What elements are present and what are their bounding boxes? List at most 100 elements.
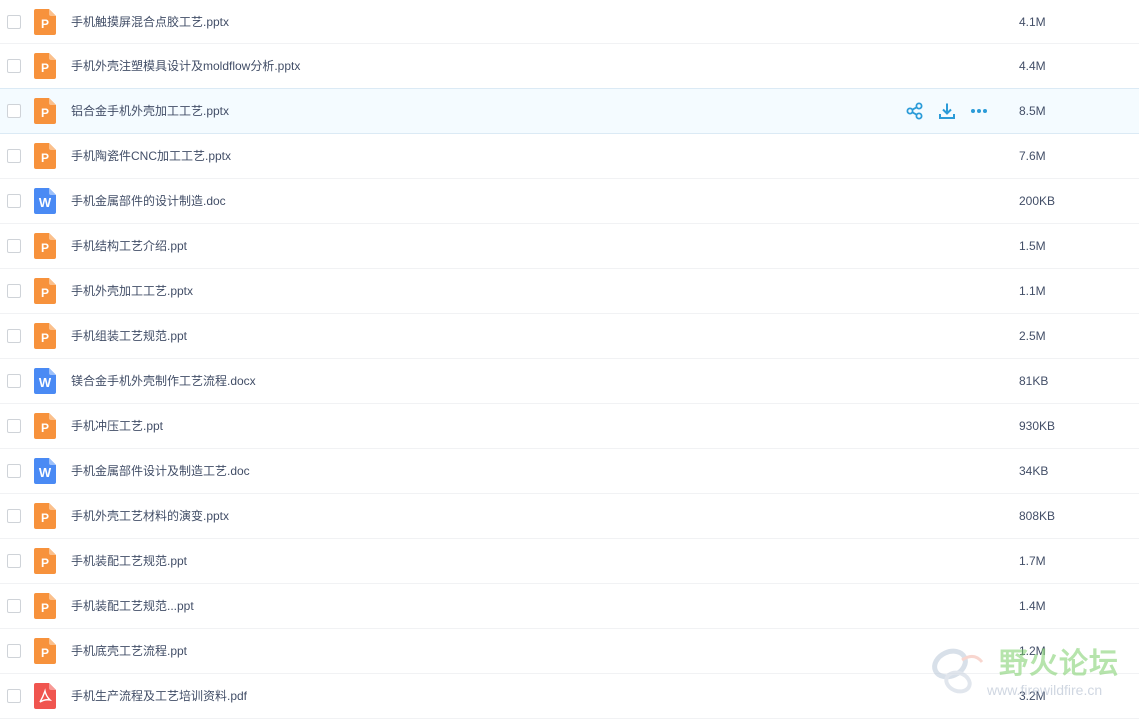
watermark-url: www.firewildfire.cn: [987, 682, 1103, 698]
file-list: P 手机触摸屏混合点胶工艺.pptx 4.1M P 手机外壳注塑模具设计及moldflo…: [0, 0, 1139, 719]
watermark-title: 野火论坛: [999, 646, 1120, 680]
file-row[interactable]: P 手机陶瓷件CNC加工工艺.pptx 7.6M: [0, 134, 1139, 179]
ppt-file-icon: P: [34, 548, 56, 574]
row-checkbox[interactable]: [7, 284, 21, 298]
svg-text:W: W: [39, 195, 52, 210]
file-row[interactable]: P 铝合金手机外壳加工工艺.pptx 8.5M: [0, 88, 1139, 134]
file-row[interactable]: P 手机结构工艺介绍.ppt 1.5M: [0, 224, 1139, 269]
row-checkbox[interactable]: [7, 464, 21, 478]
file-name[interactable]: 手机结构工艺介绍.ppt: [71, 224, 187, 268]
file-name[interactable]: 镁合金手机外壳制作工艺流程.docx: [71, 359, 256, 403]
file-name[interactable]: 手机金属部件的设计制造.doc: [71, 179, 226, 223]
ppt-file-icon: P: [34, 53, 56, 79]
file-name[interactable]: 手机外壳工艺材料的演变.pptx: [71, 494, 229, 538]
svg-text:P: P: [41, 286, 49, 300]
svg-text:W: W: [39, 465, 52, 480]
row-checkbox[interactable]: [7, 59, 21, 73]
row-checkbox[interactable]: [7, 599, 21, 613]
svg-text:W: W: [39, 375, 52, 390]
share-icon[interactable]: [906, 102, 924, 120]
file-row[interactable]: P 手机外壳注塑模具设计及moldflow分析.pptx 4.4M: [0, 44, 1139, 89]
file-row[interactable]: P 手机冲压工艺.ppt 930KB: [0, 404, 1139, 449]
file-size: 4.1M: [1019, 15, 1046, 29]
watermark: 野火论坛 www.firewildfire.cn: [926, 640, 1136, 702]
row-checkbox[interactable]: [7, 149, 21, 163]
file-name[interactable]: 手机外壳加工工艺.pptx: [71, 269, 193, 313]
file-size: 34KB: [1019, 464, 1049, 478]
ppt-file-icon: P: [34, 413, 56, 439]
row-checkbox[interactable]: [7, 194, 21, 208]
file-size: 1.5M: [1019, 239, 1046, 253]
row-checkbox[interactable]: [7, 374, 21, 388]
file-name[interactable]: 手机生产流程及工艺培训资料.pdf: [71, 674, 247, 718]
file-row[interactable]: P 手机外壳加工工艺.pptx 1.1M: [0, 269, 1139, 314]
svg-text:P: P: [41, 421, 49, 435]
svg-text:P: P: [41, 106, 49, 120]
svg-text:P: P: [41, 331, 49, 345]
ppt-file-icon: P: [34, 98, 56, 124]
ppt-file-icon: P: [34, 143, 56, 169]
svg-text:P: P: [41, 646, 49, 660]
file-size: 81KB: [1019, 374, 1049, 388]
row-actions: [906, 102, 988, 120]
file-name[interactable]: 手机底壳工艺流程.ppt: [71, 629, 187, 673]
word-file-icon: W: [34, 458, 56, 484]
word-file-icon: W: [34, 368, 56, 394]
svg-text:P: P: [41, 241, 49, 255]
row-checkbox[interactable]: [7, 509, 21, 523]
file-row[interactable]: P 手机组装工艺规范.ppt 2.5M: [0, 314, 1139, 359]
row-checkbox[interactable]: [7, 689, 21, 703]
file-size: 1.7M: [1019, 554, 1046, 568]
word-file-icon: W: [34, 188, 56, 214]
svg-text:P: P: [41, 61, 49, 75]
file-name[interactable]: 手机外壳注塑模具设计及moldflow分析.pptx: [71, 44, 300, 88]
row-checkbox[interactable]: [7, 239, 21, 253]
file-row[interactable]: P 手机触摸屏混合点胶工艺.pptx 4.1M: [0, 0, 1139, 44]
file-name[interactable]: 手机组装工艺规范.ppt: [71, 314, 187, 358]
file-name[interactable]: 手机陶瓷件CNC加工工艺.pptx: [71, 134, 231, 178]
ppt-file-icon: P: [34, 8, 56, 35]
ppt-file-icon: P: [34, 323, 56, 349]
file-name[interactable]: 手机装配工艺规范.ppt: [71, 539, 187, 583]
file-name[interactable]: 手机装配工艺规范...ppt: [71, 584, 194, 628]
file-name[interactable]: 手机触摸屏混合点胶工艺.pptx: [71, 0, 229, 43]
more-icon[interactable]: [970, 102, 988, 120]
file-row[interactable]: W 手机金属部件的设计制造.doc 200KB: [0, 179, 1139, 224]
file-size: 1.4M: [1019, 599, 1046, 613]
ppt-file-icon: P: [34, 278, 56, 304]
row-checkbox[interactable]: [7, 14, 21, 29]
pdf-file-icon: [34, 683, 56, 709]
svg-text:P: P: [41, 556, 49, 570]
row-checkbox[interactable]: [7, 419, 21, 433]
file-row[interactable]: W 手机金属部件设计及制造工艺.doc 34KB: [0, 449, 1139, 494]
svg-text:P: P: [41, 17, 49, 31]
download-icon[interactable]: [938, 102, 956, 120]
file-name[interactable]: 手机金属部件设计及制造工艺.doc: [71, 449, 250, 493]
file-size: 4.4M: [1019, 59, 1046, 73]
row-checkbox[interactable]: [7, 554, 21, 568]
file-size: 1.1M: [1019, 284, 1046, 298]
ppt-file-icon: P: [34, 233, 56, 259]
ppt-file-icon: P: [34, 638, 56, 664]
ppt-file-icon: P: [34, 503, 56, 529]
file-size: 930KB: [1019, 419, 1056, 433]
row-checkbox[interactable]: [7, 104, 21, 118]
file-size: 808KB: [1019, 509, 1056, 523]
file-row[interactable]: P 手机装配工艺规范...ppt 1.4M: [0, 584, 1139, 629]
file-name[interactable]: 手机冲压工艺.ppt: [71, 404, 163, 448]
row-checkbox[interactable]: [7, 329, 21, 343]
svg-text:P: P: [41, 151, 49, 165]
row-checkbox[interactable]: [7, 644, 21, 658]
file-size: 7.6M: [1019, 149, 1046, 163]
ppt-file-icon: P: [34, 593, 56, 619]
file-name[interactable]: 铝合金手机外壳加工工艺.pptx: [71, 89, 229, 133]
file-row[interactable]: P 手机装配工艺规范.ppt 1.7M: [0, 539, 1139, 584]
svg-text:P: P: [41, 601, 49, 615]
file-size: 2.5M: [1019, 329, 1046, 343]
file-size: 8.5M: [1019, 104, 1046, 118]
svg-text:P: P: [41, 511, 49, 525]
butterfly-logo-icon: [932, 648, 984, 694]
file-row[interactable]: P 手机外壳工艺材料的演变.pptx 808KB: [0, 494, 1139, 539]
file-row[interactable]: W 镁合金手机外壳制作工艺流程.docx 81KB: [0, 359, 1139, 404]
file-size: 200KB: [1019, 194, 1056, 208]
